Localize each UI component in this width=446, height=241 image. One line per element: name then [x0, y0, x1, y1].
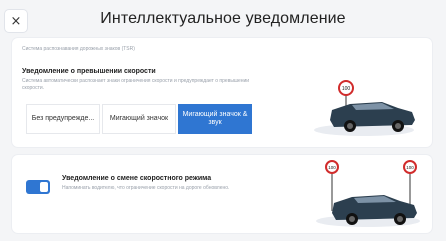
option-flashing-icon-label: Мигающий значок	[109, 115, 169, 122]
option-no-warning[interactable]: Без предупрежде...	[26, 104, 100, 134]
toggle-knob	[40, 182, 48, 192]
option-flashing-icon-sound-label: Мигающий значок & звук	[182, 111, 248, 126]
car-two-signs-illustration: 100 100	[316, 160, 420, 227]
speed-sign-label: 100	[342, 86, 351, 92]
speed-sign-label: 100	[406, 165, 414, 170]
option-flashing-icon-sound[interactable]: Мигающий значок & звук	[178, 104, 252, 134]
limit-change-toggle[interactable]	[26, 180, 50, 194]
speed-warning-title: Уведомление о превышении скорости	[22, 68, 156, 75]
tsr-system-note: Система распознавания дорожных знаков (T…	[22, 46, 135, 52]
limit-change-title: Уведомление о смене скоростного режима	[62, 175, 212, 182]
option-flashing-icon[interactable]: Мигающий значок	[102, 104, 176, 134]
limit-change-card: Уведомление о смене скоростного режима Н…	[12, 155, 432, 233]
warning-mode-selector: Без предупрежде... Мигающий значок Мигаю…	[26, 104, 252, 134]
settings-screen: × Интеллектуальное уведомление Система р…	[0, 0, 446, 241]
option-no-warning-label: Без предупрежде...	[31, 115, 95, 122]
speed-sign-label: 100	[328, 165, 336, 170]
page-title: Интеллектуальное уведомление	[100, 10, 346, 27]
speed-warning-card: Система распознавания дорожных знаков (T…	[12, 38, 432, 147]
car-speed-sign-illustration: 100	[314, 80, 415, 136]
speed-warning-description: Система автоматически распознает знаки о…	[22, 78, 250, 91]
limit-change-description: Напоминать водителю, что ограничение ско…	[62, 185, 230, 191]
